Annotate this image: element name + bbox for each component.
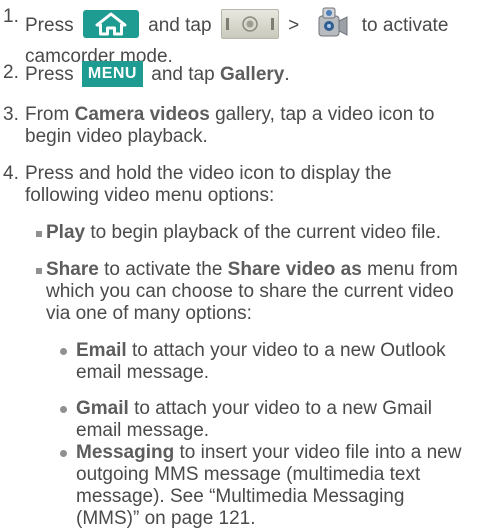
share-option-text: (MMS)” on page 121.	[76, 508, 256, 529]
step-text: following video menu options:	[25, 185, 275, 206]
step-1: 1. Press and tap > to activate camcorder…	[3, 6, 486, 68]
step-number: 4.	[3, 163, 19, 184]
option-text: to activate the	[104, 259, 223, 280]
step-3: 3. From Camera videos gallery, tap a vid…	[3, 104, 486, 148]
option-text: menu from	[367, 259, 458, 280]
step-2: 2. Press MENU and tap Gallery.	[3, 61, 486, 88]
step-number: 3.	[3, 104, 19, 125]
home-key-icon	[82, 10, 139, 38]
round-bullet-icon	[60, 450, 67, 457]
share-option-text: to insert your video file into a new	[179, 442, 462, 463]
share-option-label: Gmail	[76, 398, 129, 419]
step-4: 4. Press and hold the video icon to disp…	[3, 163, 486, 207]
share-option-label: Messaging	[76, 442, 175, 463]
step-text: Press	[25, 64, 74, 86]
instruction-page: 1. Press and tap > to activate camcorder…	[0, 0, 490, 531]
share-option-text: email message.	[76, 362, 210, 383]
applications-tab-icon	[220, 9, 279, 39]
share-option-text: to attach your video to a new Outlook	[131, 340, 446, 361]
share-option-label: Email	[76, 340, 127, 361]
step-3-text: From Camera videos gallery, tap a video …	[25, 104, 486, 148]
option-text: via one of many options:	[46, 303, 252, 324]
share-option-email: Email to attach your video to a new Outl…	[60, 340, 486, 384]
option-text: to begin playback of the current video f…	[90, 222, 442, 243]
step-text: gallery, tap a video icon to	[215, 104, 435, 125]
step-text: From	[25, 104, 70, 125]
camera-videos-label: Camera videos	[74, 104, 210, 125]
step-text: and tap	[151, 64, 215, 86]
step-text: Press and hold the video icon to display…	[25, 163, 392, 184]
square-bullet-icon	[36, 231, 42, 237]
step-4-text: Press and hold the video icon to display…	[25, 163, 486, 207]
step-text: begin video playback.	[25, 126, 208, 147]
share-video-as-label: Share video as	[227, 259, 362, 280]
camcorder-icon	[311, 2, 351, 42]
share-option-messaging: Messaging to insert your video file into…	[60, 442, 486, 530]
step-text: .	[284, 64, 290, 86]
square-bullet-icon	[36, 268, 42, 274]
step-1-text: Press and tap > to activate camcorder mo…	[25, 6, 486, 68]
share-option-text: outgoing MMS message (multimedia text	[76, 464, 421, 485]
step-text: Press	[25, 15, 74, 37]
gallery-label: Gallery	[219, 64, 285, 86]
round-bullet-icon	[60, 348, 67, 355]
step-text: >	[288, 15, 300, 37]
step-number: 1.	[3, 6, 19, 27]
step-text: and tap	[148, 15, 212, 37]
menu-key-icon: MENU	[81, 61, 143, 87]
step-number: 2.	[3, 62, 19, 83]
share-option-text: email message.	[76, 420, 210, 441]
share-option-text: to attach your video to a new Gmail	[134, 398, 432, 419]
step-text: to activate	[361, 15, 449, 37]
option-label: Share	[46, 259, 99, 280]
option-text: which you can choose to share the curren…	[46, 281, 454, 302]
share-option-text: message). See “Multimedia Messaging	[76, 486, 405, 507]
option-play: Play to begin playback of the current vi…	[36, 222, 486, 244]
option-share: Share to activate the Share video as men…	[36, 259, 486, 325]
share-option-gmail: Gmail to attach your video to a new Gmai…	[60, 398, 486, 442]
step-2-text: Press MENU and tap Gallery.	[25, 61, 486, 88]
option-label: Play	[46, 222, 86, 243]
round-bullet-icon	[60, 406, 67, 413]
